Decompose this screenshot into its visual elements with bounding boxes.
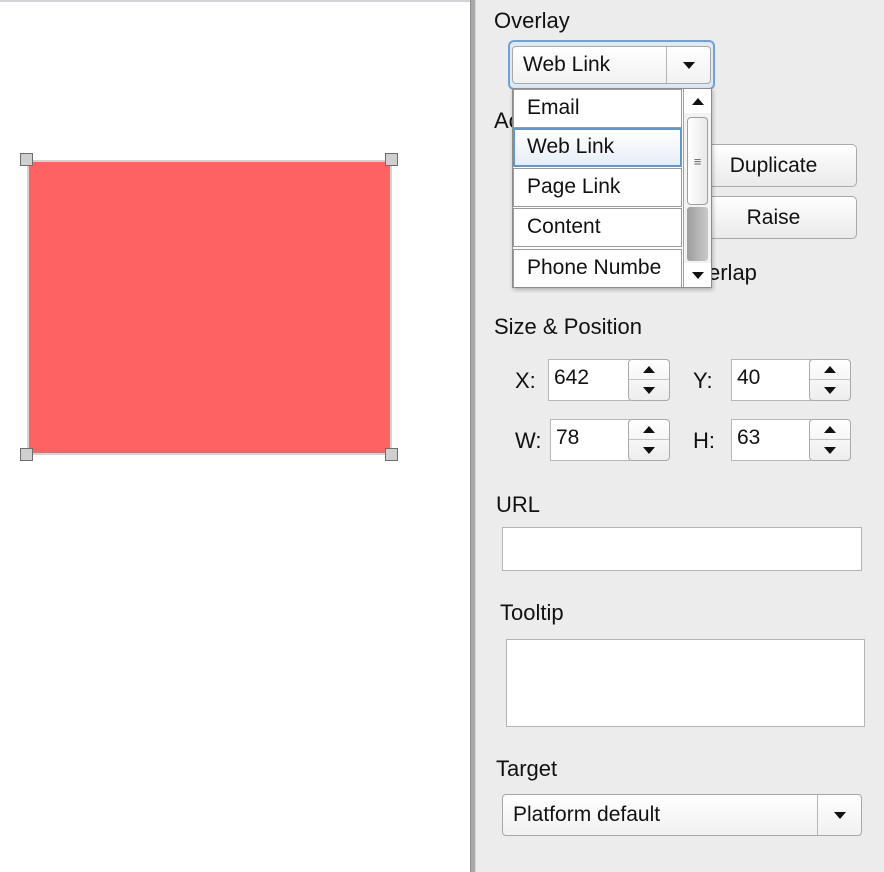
- raise-button-label: Raise: [746, 205, 801, 229]
- canvas-area[interactable]: [0, 0, 470, 872]
- resize-handle-top-right[interactable]: [385, 153, 398, 166]
- h-stepper[interactable]: [809, 419, 851, 461]
- arrow-up-icon[interactable]: [810, 360, 850, 380]
- scrollbar-thumb[interactable]: ≡: [687, 117, 708, 205]
- x-stepper[interactable]: [628, 359, 670, 401]
- tooltip-label: Tooltip: [500, 600, 564, 625]
- overlay-type-value: Web Link: [523, 53, 611, 76]
- overlay-rectangle[interactable]: [27, 160, 392, 455]
- scrollbar-track[interactable]: [687, 207, 708, 261]
- arrow-up-icon[interactable]: [629, 420, 669, 440]
- grip-lines-icon: ≡: [693, 153, 702, 169]
- url-input[interactable]: [502, 527, 862, 571]
- w-input[interactable]: 78: [550, 419, 630, 461]
- dropdown-option-content[interactable]: Content: [513, 208, 682, 247]
- size-position-heading: Size & Position: [494, 314, 642, 339]
- arrow-down-icon[interactable]: [629, 380, 669, 400]
- x-input[interactable]: 642: [548, 359, 630, 401]
- raise-button[interactable]: Raise: [690, 196, 857, 239]
- duplicate-button-label: Duplicate: [729, 153, 818, 177]
- h-input[interactable]: 63: [731, 419, 811, 461]
- arrow-up-icon[interactable]: [629, 360, 669, 380]
- target-select[interactable]: Platform default: [502, 794, 862, 836]
- dropdown-option-phone-number[interactable]: Phone Numbe: [513, 249, 682, 287]
- y-input[interactable]: 40: [731, 359, 811, 401]
- overlay-type-dropdown-list[interactable]: Email Web Link Page Link Content Phone N…: [512, 88, 712, 288]
- w-stepper[interactable]: [628, 419, 670, 461]
- overlay-heading: Overlay: [494, 8, 570, 33]
- y-label: Y:: [693, 368, 713, 393]
- resize-handle-top-left[interactable]: [20, 153, 33, 166]
- resize-handle-bottom-right[interactable]: [385, 448, 398, 461]
- scroll-down-icon[interactable]: [684, 263, 711, 287]
- y-stepper[interactable]: [809, 359, 851, 401]
- dropdown-option-page-link[interactable]: Page Link: [513, 168, 682, 207]
- chevron-down-icon[interactable]: [666, 47, 710, 83]
- overlay-type-select[interactable]: Web Link: [512, 46, 711, 84]
- scroll-up-icon[interactable]: [684, 89, 711, 113]
- target-label: Target: [496, 756, 558, 781]
- tooltip-textarea[interactable]: [506, 639, 865, 727]
- dropdown-option-web-link[interactable]: Web Link: [513, 128, 682, 167]
- duplicate-button[interactable]: Duplicate: [690, 144, 857, 187]
- arrow-down-icon[interactable]: [810, 380, 850, 400]
- target-select-value: Platform default: [513, 803, 661, 826]
- h-label: H:: [693, 428, 715, 453]
- dropdown-option-email[interactable]: Email: [513, 89, 682, 128]
- overlap-label: erlap: [708, 260, 757, 285]
- chevron-down-icon[interactable]: [817, 795, 861, 835]
- arrow-up-icon[interactable]: [810, 420, 850, 440]
- x-label: X:: [515, 368, 536, 393]
- url-label: URL: [496, 492, 541, 517]
- arrow-down-icon[interactable]: [810, 440, 850, 460]
- w-label: W:: [515, 428, 542, 453]
- dropdown-scrollbar[interactable]: ≡: [683, 89, 711, 287]
- resize-handle-bottom-left[interactable]: [20, 448, 33, 461]
- arrow-down-icon[interactable]: [629, 440, 669, 460]
